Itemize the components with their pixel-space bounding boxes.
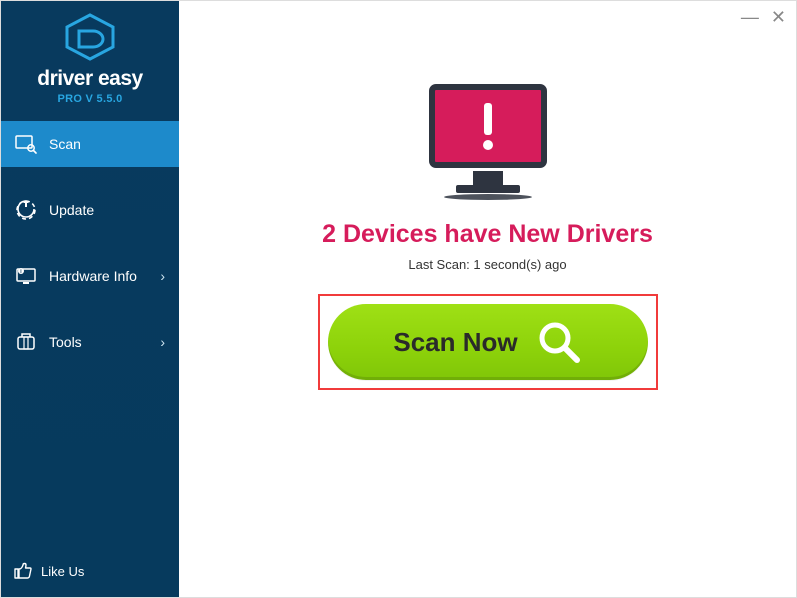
main-area: — ✕ 2 Devices have New Drivers Last Scan… bbox=[179, 1, 796, 597]
minimize-button[interactable]: — bbox=[741, 7, 759, 28]
sidebar-footer: Like Us bbox=[1, 550, 179, 597]
like-us-label: Like Us bbox=[41, 564, 84, 579]
sidebar-item-label: Scan bbox=[49, 136, 81, 152]
sidebar-item-label: Update bbox=[49, 202, 94, 218]
update-icon bbox=[15, 199, 37, 221]
sidebar-item-hardware-info[interactable]: i Hardware Info › bbox=[1, 253, 179, 299]
close-button[interactable]: ✕ bbox=[771, 7, 786, 28]
logo-icon bbox=[63, 13, 117, 61]
scan-now-label: Scan Now bbox=[393, 327, 517, 358]
hardware-info-icon: i bbox=[15, 265, 37, 287]
scan-icon bbox=[15, 133, 37, 155]
tools-icon bbox=[15, 331, 37, 353]
sidebar-item-update[interactable]: Update bbox=[1, 187, 179, 233]
scan-highlight-box: Scan Now bbox=[318, 294, 658, 390]
chevron-right-icon: › bbox=[160, 334, 165, 350]
headline-text: 2 Devices have New Drivers bbox=[322, 220, 653, 249]
sidebar-item-tools[interactable]: Tools › bbox=[1, 319, 179, 365]
brand-version: PRO V 5.5.0 bbox=[1, 93, 179, 105]
like-us-button[interactable]: Like Us bbox=[13, 560, 167, 583]
sidebar: driver easy PRO V 5.5.0 Scan Update i bbox=[1, 1, 179, 597]
thumbs-up-icon bbox=[13, 560, 33, 583]
scan-now-button[interactable]: Scan Now bbox=[328, 304, 648, 380]
monitor-alert-icon bbox=[418, 81, 558, 206]
chevron-right-icon: › bbox=[160, 268, 165, 284]
magnifier-icon bbox=[536, 319, 582, 365]
sidebar-item-label: Tools bbox=[49, 334, 82, 350]
sidebar-nav: Scan Update i Hardware Info › Tools bbox=[1, 121, 179, 550]
sidebar-item-scan[interactable]: Scan bbox=[1, 121, 179, 167]
brand-name: driver easy bbox=[1, 67, 179, 91]
last-scan-text: Last Scan: 1 second(s) ago bbox=[408, 257, 566, 272]
logo-area: driver easy PRO V 5.5.0 bbox=[1, 1, 179, 111]
sidebar-item-label: Hardware Info bbox=[49, 268, 137, 284]
content: 2 Devices have New Drivers Last Scan: 1 … bbox=[179, 1, 796, 390]
window-controls: — ✕ bbox=[741, 7, 786, 28]
